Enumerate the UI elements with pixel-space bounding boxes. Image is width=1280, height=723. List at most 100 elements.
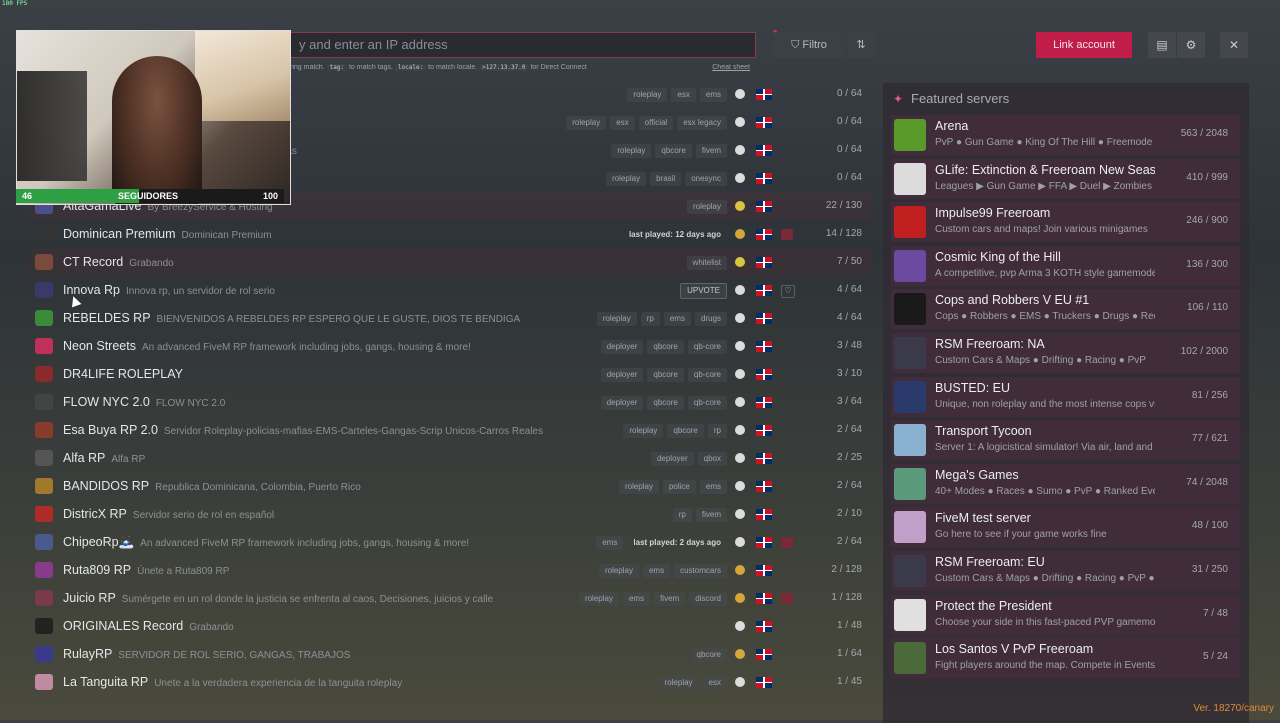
featured-server-card[interactable]: BUSTED: EU Unique, non roleplay and the m…	[891, 376, 1240, 417]
server-tag: deployer	[600, 395, 644, 410]
server-name: Neon Streets An advanced FiveM RP framewo…	[63, 332, 471, 362]
featured-server-logo	[894, 206, 926, 239]
game-icon	[735, 313, 745, 323]
player-count: 2 / 64	[836, 536, 862, 547]
server-tags: ems last played: 2 days ago	[592, 528, 727, 556]
server-row[interactable]: BANDIDOS RP Republica Dominicana, Colombi…	[30, 472, 872, 500]
dominican-flag-icon	[756, 229, 772, 240]
server-row[interactable]: Juicio RP Sumérgete en un rol donde la ju…	[30, 584, 872, 612]
server-row[interactable]: DistricX RP Servidor serio de rol en espa…	[30, 500, 872, 528]
featured-server-card[interactable]: Transport Tycoon Server 1: A logicistical…	[891, 420, 1240, 461]
server-description: FLOW NYC 2.0	[155, 398, 226, 409]
server-description: Únete a Ruta809 RP	[137, 566, 230, 577]
server-row[interactable]: CT Record Grabando whitelist 7 / 50	[30, 248, 872, 276]
featured-server-title: GLife: Extinction & Freeroam New Season	[935, 162, 1155, 177]
featured-server-logo	[894, 424, 926, 457]
dominican-flag-icon	[756, 89, 772, 100]
dominican-flag-icon	[756, 621, 772, 632]
player-count: 1 / 64	[836, 648, 862, 659]
server-row[interactable]: Innova Rp Innova rp, un servidor de rol s…	[30, 276, 872, 304]
dominican-flag-icon	[756, 313, 772, 324]
cheat-sheet-link[interactable]: Cheat sheet	[712, 64, 750, 71]
server-row[interactable]: Esa Buya RP 2.0 Servidor Roleplay-policia…	[30, 416, 872, 444]
dominican-flag-icon	[756, 341, 772, 352]
featured-title: Featured servers	[911, 91, 1010, 106]
featured-server-card[interactable]: Cops and Robbers V EU #1 Cops ● Robbers ●…	[891, 289, 1240, 330]
server-row[interactable]: Ruta809 RP Únete a Ruta809 RP roleplay ems c…	[30, 556, 872, 584]
featured-player-count: 31 / 250	[1191, 564, 1228, 575]
server-tag: customcars	[674, 563, 727, 578]
server-row[interactable]: Neon Streets An advanced FiveM RP framewo…	[30, 332, 872, 360]
server-tag: roleplay	[566, 115, 607, 130]
game-icon	[735, 89, 745, 99]
server-tags: roleplay brasil onesync	[602, 164, 727, 192]
gear-icon[interactable]: ⚙	[1177, 32, 1205, 58]
list-icon[interactable]: ▤	[1148, 32, 1176, 58]
featured-server-card[interactable]: RSM Freeroam: NA Custom Cars & Maps ● Dri…	[891, 333, 1240, 373]
server-row[interactable]: DR4LIFE ROLEPLAY deployer qbcore qb-core 3 /…	[30, 360, 872, 388]
hint-ip-text: for Direct Connect	[530, 64, 587, 71]
server-tag: ems	[663, 311, 691, 326]
server-description: SERVIDOR DE ROL SERIO, GANGAS, TRABAJOS	[118, 650, 351, 661]
server-row[interactable]: ChipeoRp🗻 An advanced FiveM RP framework …	[30, 528, 872, 556]
link-account-button[interactable]: Link account	[1036, 32, 1132, 58]
server-name-text: Innova Rp	[63, 283, 120, 297]
server-tags: roleplay qbcore rp	[619, 416, 727, 444]
sort-icon[interactable]: ⇅	[847, 32, 875, 58]
featured-server-card[interactable]: RSM Freeroam: EU Custom Cars & Maps ● Dri…	[891, 551, 1240, 591]
server-tags: roleplay ems fivem discord	[575, 584, 727, 612]
server-description: Unete a la verdadera experiencia de la t…	[154, 678, 403, 689]
server-description: Republica Dominicana, Colombia, Puerto R…	[155, 482, 361, 493]
server-tag: drugs	[694, 311, 727, 326]
featured-server-card[interactable]: GLife: Extinction & Freeroam New Season L…	[891, 158, 1240, 199]
server-tag: roleplay	[596, 311, 637, 326]
server-row[interactable]: La Tanguita RP Unete a la verdadera exper…	[30, 668, 872, 696]
featured-server-card[interactable]: Los Santos V PvP Freeroam Fight players a…	[891, 638, 1240, 679]
featured-player-count: 77 / 621	[1191, 433, 1228, 445]
server-tag: esx	[671, 87, 696, 102]
featured-server-card[interactable]: Cosmic King of the Hill A competitive, pv…	[891, 245, 1240, 286]
server-tags: roleplay police ems	[615, 472, 727, 500]
featured-server-logo	[894, 293, 926, 326]
featured-player-count: 74 / 2048	[1186, 476, 1228, 488]
favorite-icon[interactable]: ♡	[781, 285, 795, 298]
search-input[interactable]: y and enter an IP address	[290, 32, 756, 58]
featured-server-card[interactable]: Arena PvP ● Gun Game ● King Of The Hill ●…	[891, 115, 1240, 155]
server-tag: deployer	[650, 451, 694, 466]
featured-server-card[interactable]: Impulse99 Freeroam Custom cars and maps! …	[891, 202, 1240, 243]
filter-button[interactable]: ⛉ Filtro	[773, 32, 845, 58]
server-logo	[35, 226, 53, 242]
upvote-button[interactable]: UPVOTE	[680, 282, 727, 299]
server-tags: qbcore	[687, 640, 727, 668]
server-tag: qbox	[697, 451, 727, 466]
featured-server-description: Server 1: A logicistical simulator! Via …	[935, 442, 1155, 454]
featured-server-card[interactable]: FiveM test server Go here to see if your …	[891, 507, 1240, 548]
server-row[interactable]: FLOW NYC 2.0 FLOW NYC 2.0 deployer qbcore qb…	[30, 388, 872, 416]
server-name: Juicio RP Sumérgete en un rol donde la ju…	[63, 584, 493, 614]
server-row[interactable]: REBELDES RP BIENVENIDOS A REBELDES RP ESP…	[30, 304, 872, 332]
server-tag: ems	[642, 563, 671, 578]
server-tag: ems	[596, 535, 624, 550]
featured-server-card[interactable]: Protect the President Choose your side in…	[891, 594, 1240, 635]
server-tag: roleplay	[611, 143, 652, 158]
dominican-flag-icon	[756, 173, 772, 184]
server-description: Grabando	[129, 258, 174, 269]
server-row[interactable]: ORIGINALES Record Grabando 1 / 48	[30, 612, 872, 640]
server-description: Dominican Premium	[181, 230, 272, 241]
server-row[interactable]: Dominican Premium Dominican Premium last p…	[30, 220, 872, 248]
featured-server-title: RSM Freeroam: EU	[935, 555, 1045, 569]
dominican-flag-icon	[756, 509, 772, 520]
featured-server-title: Cops and Robbers V EU #1	[935, 293, 1090, 308]
featured-player-count: 136 / 300	[1186, 258, 1228, 270]
featured-server-description: PvP ● Gun Game ● King Of The Hill ● Free…	[935, 137, 1153, 148]
server-row[interactable]: RulayRP SERVIDOR DE ROL SERIO, GANGAS, TR…	[30, 640, 872, 668]
game-icon	[735, 341, 745, 351]
featured-server-card[interactable]: Mega's Games 40+ Modes ● Races ● Sumo ● P…	[891, 463, 1240, 504]
server-description: Servidor Roleplay-policias-mafias-EMS-Ca…	[163, 426, 543, 437]
server-logo	[35, 282, 53, 298]
server-row[interactable]: Alfa RP Alfa RP deployer qbox 2 / 25	[30, 444, 872, 472]
close-icon[interactable]: ✕	[1220, 32, 1248, 58]
server-tag: roleplay	[686, 199, 727, 214]
server-tag: qbcore	[647, 395, 684, 410]
server-logo	[35, 534, 53, 550]
